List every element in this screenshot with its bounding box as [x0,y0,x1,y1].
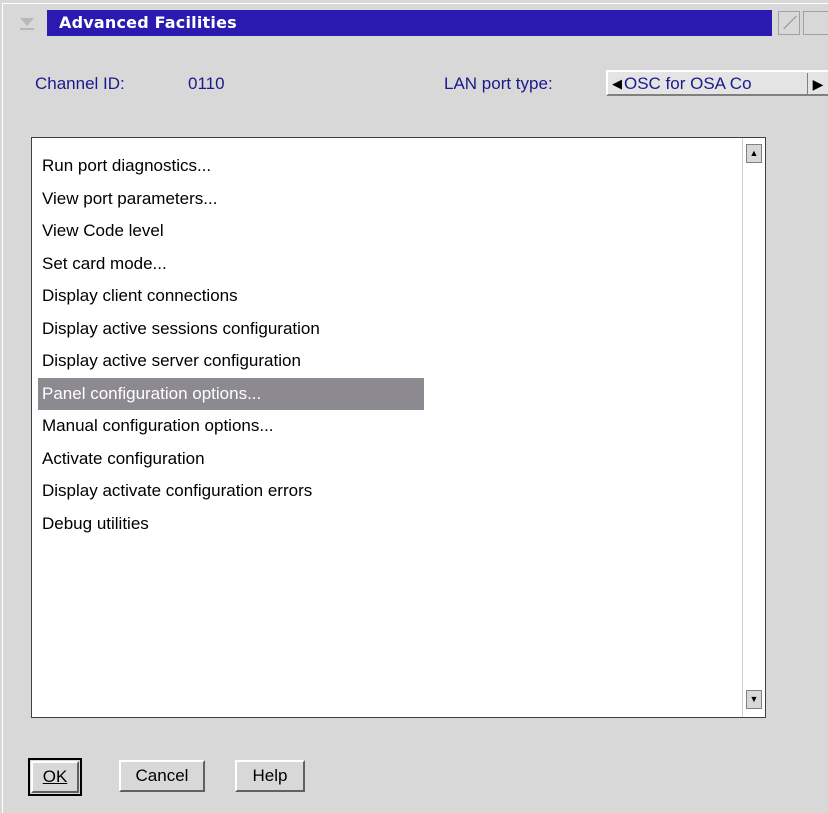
list-item[interactable]: Display activate configuration errors [38,475,424,508]
channel-id-label: Channel ID: [35,74,125,93]
system-menu-icon [20,18,34,26]
list-item[interactable]: Activate configuration [38,443,424,476]
window-title: Advanced Facilities [59,13,237,32]
scroll-down-icon[interactable]: ▼ [746,690,762,709]
help-button[interactable]: Help [235,760,305,792]
list-item[interactable]: Set card mode... [38,248,424,281]
ok-button-default-frame: OK [28,758,82,796]
channel-id-value: 0110 [188,74,225,93]
lan-port-type-value: OSC for OSA Co [624,74,752,93]
list-item[interactable]: Display active sessions configuration [38,313,424,346]
list-item[interactable]: View Code level [38,215,424,248]
list-item[interactable]: View port parameters... [38,183,424,216]
previous-arrow-icon[interactable]: ◀ [610,75,624,93]
list-item[interactable]: Display client connections [38,280,424,313]
title-bar[interactable]: Advanced Facilities [47,10,772,36]
facilities-listbox[interactable]: Run port diagnostics... View port paramet… [31,137,766,718]
list-item[interactable]: Panel configuration options... [38,377,424,410]
ok-button[interactable]: OK [31,761,79,793]
list-item[interactable]: Run port diagnostics... [38,150,424,183]
cancel-button[interactable]: Cancel [119,760,205,792]
vertical-scrollbar[interactable]: ▲ ▼ [742,138,765,717]
lan-port-type-spinner[interactable]: ◀ OSC for OSA Co ▶ [606,70,828,96]
list-item[interactable]: Display active server configuration [38,345,424,378]
list-item[interactable]: Manual configuration options... [38,410,424,443]
lan-port-type-label: LAN port type: [444,74,553,93]
system-menu-button[interactable] [10,9,46,37]
restore-button[interactable] [778,11,800,35]
restore-icon [783,15,797,30]
facilities-list: Run port diagnostics... View port paramet… [38,150,424,540]
list-item[interactable]: Debug utilities [38,508,424,541]
scroll-up-icon[interactable]: ▲ [746,144,762,163]
maximize-button[interactable] [803,11,828,35]
next-arrow-icon[interactable]: ▶ [807,73,828,94]
